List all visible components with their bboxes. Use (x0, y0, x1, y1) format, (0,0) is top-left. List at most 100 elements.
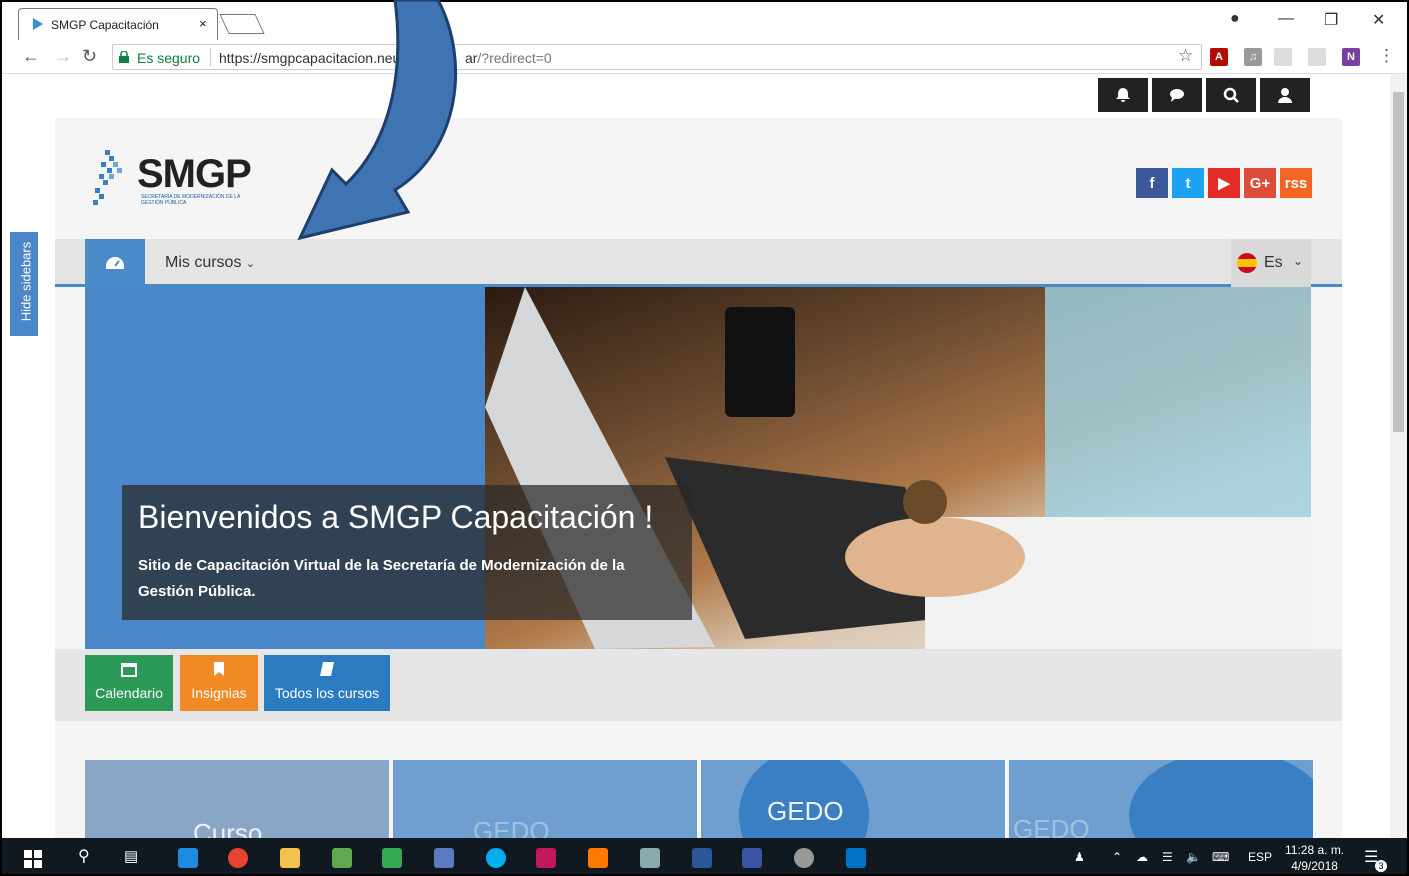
all-courses-label: Todos los cursos (274, 685, 380, 701)
logo-text: SMGP (137, 152, 252, 196)
favicon-icon (33, 18, 43, 30)
social-button[interactable]: t (1172, 168, 1204, 198)
profile-icon[interactable]: ● (1230, 10, 1240, 28)
tab-strip: SMGP Capacitación × ● — ❐ ✕ (2, 2, 1407, 40)
hero-caption: Bienvenidos a SMGP Capacitación ! Sitio … (122, 485, 692, 620)
search-icon (1223, 87, 1239, 103)
pdf-extension-icon[interactable]: A (1210, 48, 1228, 66)
evernote-icon[interactable] (332, 848, 352, 868)
user-menu-button[interactable] (1260, 78, 1310, 112)
maximize-button[interactable]: ❐ (1324, 10, 1338, 30)
gedo-circle (1129, 760, 1313, 838)
extension-icon[interactable] (1308, 48, 1326, 66)
social-button[interactable]: f (1136, 168, 1168, 198)
language-label: Es (1264, 254, 1283, 271)
logo-subtitle: SECRETARÍA DE MODERNIZACIÓN DE LA GESTIÓ… (141, 194, 241, 206)
app-icon[interactable] (434, 848, 454, 868)
dashboard-icon (106, 257, 124, 269)
extension-icon[interactable]: ♫ (1244, 48, 1262, 66)
tab-title: SMGP Capacitación (51, 18, 159, 32)
visio-icon[interactable] (742, 848, 762, 868)
back-icon[interactable]: ← (22, 46, 40, 67)
onenote-extension-icon[interactable]: N (1342, 48, 1360, 66)
course-cards: Curso GEDO GEDO GEDO (85, 760, 1313, 838)
page-viewport: Hide sidebars SMGP SECRETARÍA DE MODERNI… (2, 74, 1390, 838)
course-card-text: GEDO (767, 796, 844, 826)
slack-icon[interactable] (536, 848, 556, 868)
calendar-icon (121, 663, 137, 677)
address-bar[interactable]: Es seguro https://smgpcapacitacion.neuqu… (112, 44, 1202, 70)
site-logo[interactable]: SMGP SECRETARÍA DE MODERNIZACIÓN DE LA G… (91, 148, 271, 215)
input-language[interactable]: ESP (1248, 850, 1272, 864)
language-selector[interactable]: Es ⌄ (1231, 239, 1311, 287)
url-text: https://smgpcapacitacion.neuquen.go ar/?r… (219, 50, 552, 66)
course-card[interactable]: GEDO (393, 760, 697, 838)
search-button[interactable] (1206, 78, 1256, 112)
volume-icon[interactable]: 🔈 (1186, 850, 1201, 864)
toolbar: ← → ↻ Es seguro https://smgpcapacitacion… (2, 40, 1407, 74)
outlook-icon[interactable] (846, 848, 866, 868)
quick-links: Calendario Insignias Todos los cursos (55, 649, 1342, 721)
my-courses-label: Mis cursos (165, 254, 242, 271)
file-explorer-icon[interactable] (280, 848, 300, 868)
word-icon[interactable] (692, 848, 712, 868)
course-card[interactable]: Curso (85, 760, 389, 838)
main-navbar: Mis cursos ⌄ Es ⌄ (55, 239, 1342, 287)
reload-icon[interactable]: ↻ (82, 46, 97, 67)
social-button[interactable]: rss (1280, 168, 1312, 198)
new-tab-button[interactable] (219, 14, 265, 34)
notifications-button[interactable] (1098, 78, 1148, 112)
extension-icon[interactable] (1274, 48, 1292, 66)
clock-time: 11:28 a. m. (1285, 843, 1345, 857)
my-courses-menu[interactable]: Mis cursos ⌄ (165, 254, 255, 272)
skype-icon[interactable] (486, 848, 506, 868)
forward-icon[interactable]: → (54, 46, 72, 67)
minimize-button[interactable]: — (1278, 10, 1294, 28)
page-scrollbar[interactable] (1390, 74, 1407, 838)
system-clock[interactable]: 11:28 a. m. 4/9/2018 (1285, 842, 1344, 874)
hero-title: Bienvenidos a SMGP Capacitación ! (138, 499, 654, 535)
app-icon[interactable] (640, 848, 660, 868)
dashboard-button[interactable] (85, 239, 145, 287)
hero-text: Sitio de Capacitación Virtual de la Secr… (138, 557, 625, 600)
bookmark-icon (214, 662, 224, 676)
scrollbar-thumb[interactable] (1393, 92, 1404, 432)
hide-sidebars-button[interactable]: Hide sidebars (10, 232, 38, 336)
hide-sidebars-label: Hide sidebars (18, 241, 34, 322)
onedrive-icon[interactable]: ☁ (1136, 850, 1148, 864)
paint-icon[interactable] (794, 848, 814, 868)
messages-button[interactable] (1152, 78, 1202, 112)
tab-close-button[interactable]: × (199, 16, 207, 31)
user-toolbar (1098, 78, 1310, 112)
avast-icon[interactable] (588, 848, 608, 868)
chevron-down-icon: ⌄ (1293, 254, 1304, 268)
bookmark-star-icon[interactable]: ☆ (1178, 46, 1193, 66)
bell-icon (1116, 88, 1130, 102)
tripadvisor-icon[interactable] (382, 848, 402, 868)
keyboard-icon[interactable]: ⌨ (1212, 850, 1229, 864)
social-button[interactable]: ▶ (1208, 168, 1240, 198)
spain-flag-icon (1237, 253, 1257, 273)
task-view-icon[interactable]: ▤ (124, 847, 138, 865)
windows-start-icon[interactable] (24, 850, 42, 868)
chrome-icon[interactable] (228, 848, 248, 868)
menu-icon[interactable]: ⋮ (1378, 46, 1395, 66)
edge-icon[interactable] (178, 848, 198, 868)
people-icon[interactable]: ♟ (1074, 850, 1085, 864)
social-button[interactable]: G+ (1244, 168, 1276, 198)
all-courses-button[interactable]: Todos los cursos (264, 655, 390, 711)
search-icon[interactable]: ⚲ (78, 846, 90, 866)
badges-label: Insignias (191, 685, 247, 701)
calendar-button[interactable]: Calendario (85, 655, 173, 711)
notification-count: 3 (1375, 860, 1387, 872)
wifi-icon[interactable]: ☰ (1162, 850, 1173, 864)
social-links: f t ▶ G+ rss (1136, 168, 1312, 198)
close-window-button[interactable]: ✕ (1372, 10, 1385, 30)
user-icon (1278, 88, 1292, 103)
course-card[interactable]: GEDO (1009, 760, 1313, 838)
tray-chevron-up-icon[interactable]: ⌃ (1112, 850, 1122, 864)
browser-tab[interactable]: SMGP Capacitación × (18, 8, 218, 40)
course-card[interactable]: GEDO (701, 760, 1005, 838)
lock-icon (119, 51, 129, 63)
badges-button[interactable]: Insignias (180, 655, 258, 711)
